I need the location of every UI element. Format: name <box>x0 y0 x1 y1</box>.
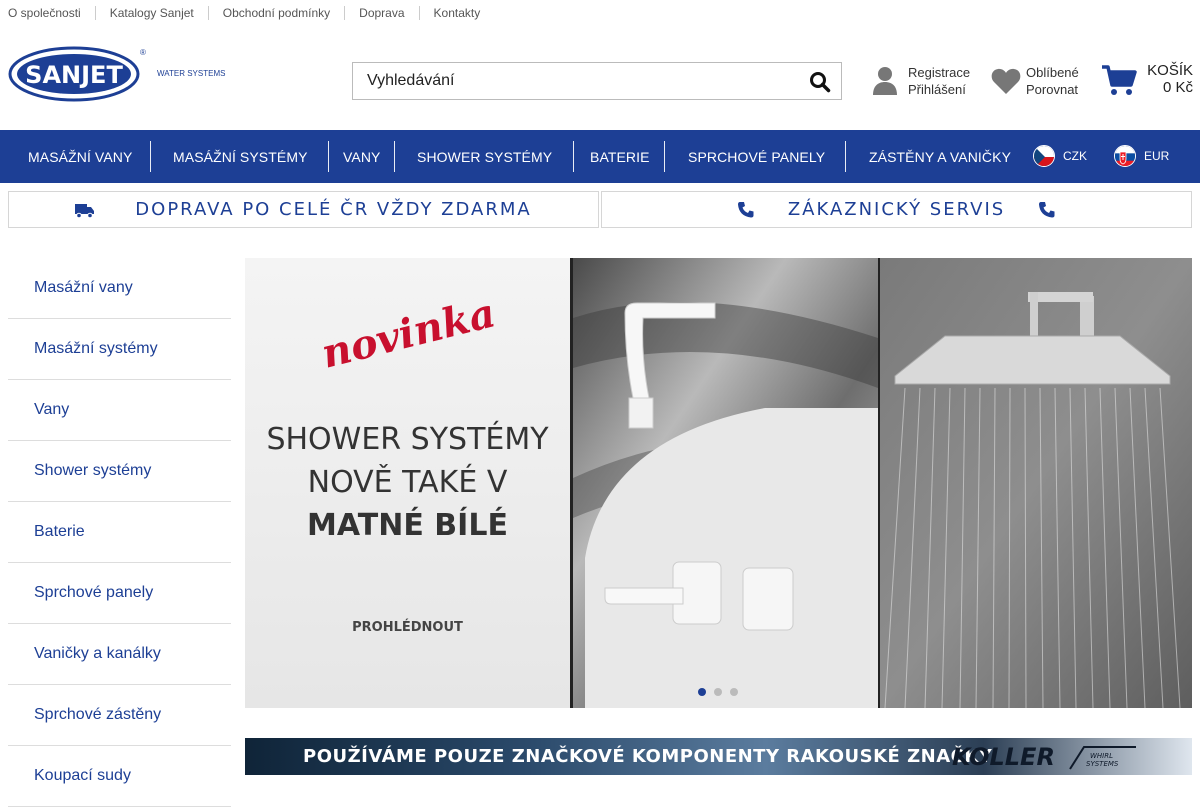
phone-icon <box>1037 201 1057 219</box>
koller-banner[interactable]: POUŽÍVÁME POUZE ZNAČKOVÉ KOMPONENTY RAKO… <box>245 738 1192 775</box>
nav-divider <box>394 141 395 172</box>
main-nav: MASÁŽNÍ VANY MASÁŽNÍ SYSTÉMY VANY SHOWER… <box>0 130 1200 183</box>
top-link-about[interactable]: O společnosti <box>8 6 95 20</box>
nav-divider <box>328 141 329 172</box>
banner-headline: SHOWER SYSTÉMY NOVĚ TAKÉ V MATNÉ BÍLÉ <box>245 418 570 547</box>
slider-dot-1[interactable] <box>698 688 706 696</box>
login-link[interactable]: Přihlášení <box>908 81 970 98</box>
nav-divider <box>573 141 574 172</box>
svg-text:KOLLER: KOLLER <box>952 743 1055 771</box>
czech-flag-icon <box>1033 145 1055 167</box>
koller-logo-subtitle-2: SYSTEMS <box>1086 760 1119 768</box>
slovak-flag-icon <box>1114 145 1136 167</box>
nav-divider <box>664 141 665 172</box>
svg-text:®: ® <box>140 48 146 57</box>
currency-czk-label: CZK <box>1063 149 1087 163</box>
nav-item-faucets[interactable]: BATERIE <box>590 141 650 172</box>
currency-eur[interactable]: EUR <box>1114 144 1169 168</box>
phone-icon <box>736 201 756 219</box>
svg-text:WATER SYSTEMS: WATER SYSTEMS <box>157 69 225 78</box>
currency-czk[interactable]: CZK <box>1033 144 1087 168</box>
nav-item-baths[interactable]: VANY <box>343 141 381 172</box>
cart-label: KOŠÍK <box>1147 62 1193 79</box>
cart-total: 0 Kč <box>1162 79 1193 96</box>
free-shipping-bar[interactable]: DOPRAVA PO CELÉ ČR VŽDY ZDARMA <box>8 191 599 228</box>
sidebar-item-faucets[interactable]: Baterie <box>8 502 231 563</box>
register-link[interactable]: Registrace <box>908 64 970 81</box>
sidebar-item-bath-barrels[interactable]: Koupací sudy <box>8 746 231 807</box>
customer-service-bar[interactable]: ZÁKAZNICKÝ SERVIS <box>601 191 1192 228</box>
svg-text:SANJET: SANJET <box>25 61 123 89</box>
heart-icon <box>991 67 1021 95</box>
nav-divider <box>845 141 846 172</box>
search-box <box>352 62 842 100</box>
customer-service-text: ZÁKAZNICKÝ SERVIS <box>787 199 1006 220</box>
cart[interactable]: KOŠÍK 0 Kč <box>1101 62 1193 102</box>
nav-item-shower-systems[interactable]: SHOWER SYSTÉMY <box>417 141 552 172</box>
sidebar-item-massage-systems[interactable]: Masážní systémy <box>8 319 231 380</box>
account-menu: Registrace Přihlášení <box>872 64 970 98</box>
free-shipping-text: DOPRAVA PO CELÉ ČR VŽDY ZDARMA <box>135 199 532 220</box>
top-link-contacts[interactable]: Kontakty <box>418 6 495 20</box>
koller-logo-subtitle: WHIRL <box>1090 752 1113 760</box>
slider-dot-2[interactable] <box>714 688 722 696</box>
top-link-catalogs[interactable]: Katalogy Sanjet <box>94 6 208 20</box>
sidebar-item-shower-panels[interactable]: Sprchové panely <box>8 563 231 624</box>
cart-icon <box>1101 64 1137 96</box>
currency-eur-label: EUR <box>1144 149 1170 163</box>
banner-cta-button[interactable]: PROHLÉDNOUT <box>245 620 570 635</box>
sanjet-logo: SANJET ® WATER SYSTEMS <box>8 46 225 102</box>
sidebar-item-trays-channels[interactable]: Vaničky a kanálky <box>8 624 231 685</box>
sidebar-item-shower-screens[interactable]: Sprchové zástěny <box>8 685 231 746</box>
sidebar-item-massage-baths[interactable]: Masážní vany <box>8 258 231 319</box>
nav-item-shower-panels[interactable]: SPRCHOVÉ PANELY <box>688 141 825 172</box>
nav-item-screens-trays[interactable]: ZÁSTĚNY A VANIČKY <box>869 141 1011 172</box>
banner-line-2: NOVĚ TAKÉ V <box>307 465 508 500</box>
slider-dot-3[interactable] <box>730 688 738 696</box>
compare-link[interactable]: Porovnat <box>1026 81 1079 98</box>
top-link-terms[interactable]: Obchodní podmínky <box>207 6 344 20</box>
search-input[interactable] <box>353 63 793 99</box>
slider-dots <box>698 688 746 696</box>
user-icon <box>872 66 898 96</box>
banner-line-3: MATNÉ BÍLÉ <box>307 508 508 543</box>
favorites-link[interactable]: Oblíbené <box>1026 64 1079 81</box>
nav-item-massage-baths[interactable]: MASÁŽNÍ VANY <box>28 141 132 172</box>
sidebar-item-baths[interactable]: Vany <box>8 380 231 441</box>
truck-icon <box>75 201 95 219</box>
koller-banner-text: POUŽÍVÁME POUZE ZNAČKOVÉ KOMPONENTY RAKO… <box>303 746 993 767</box>
banner-line-1: SHOWER SYSTÉMY <box>266 422 549 457</box>
nav-item-massage-systems[interactable]: MASÁŽNÍ SYSTÉMY <box>173 141 308 172</box>
top-link-shipping[interactable]: Doprava <box>344 6 418 20</box>
favorites-menu: Oblíbené Porovnat <box>991 64 1079 98</box>
sidebar-item-shower-systems[interactable]: Shower systémy <box>8 441 231 502</box>
top-links: O společnosti Katalogy Sanjet Obchodní p… <box>8 5 494 21</box>
nav-divider <box>150 141 151 172</box>
koller-logo: KOLLER WHIRL SYSTEMS <box>952 743 1136 771</box>
category-sidebar: Masážní vany Masážní systémy Vany Shower… <box>8 258 231 807</box>
search-icon[interactable] <box>809 71 831 93</box>
site-logo[interactable]: SANJET ® WATER SYSTEMS <box>8 45 228 103</box>
